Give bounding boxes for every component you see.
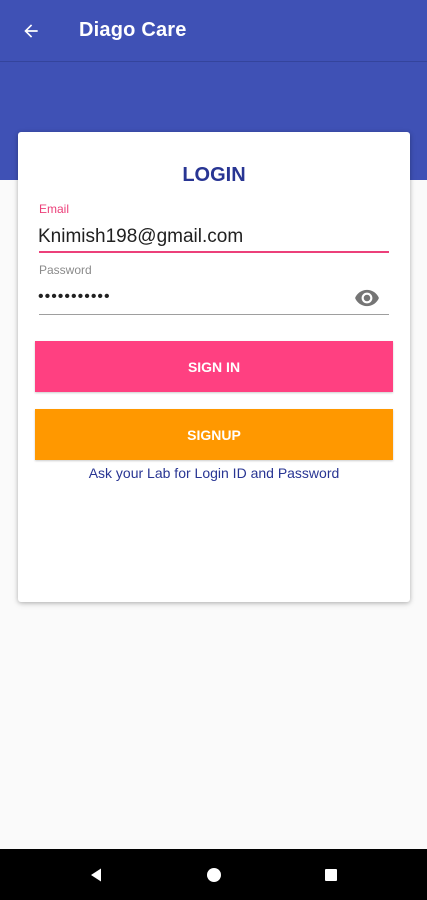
back-button[interactable] <box>14 14 48 48</box>
password-field[interactable]: ••••••••••• <box>38 288 111 306</box>
password-label: Password <box>39 263 92 277</box>
app-bar: Diago Care <box>0 0 427 62</box>
email-underline <box>39 251 389 253</box>
square-recents-icon <box>325 869 337 881</box>
sign-in-button[interactable]: SIGN IN <box>35 341 393 392</box>
password-underline <box>39 314 389 315</box>
login-card: LOGIN Email Knimish198@gmail.com Passwor… <box>18 132 410 602</box>
app-title: Diago Care <box>79 19 187 41</box>
login-help-text: Ask your Lab for Login ID and Password <box>88 465 340 481</box>
circle-home-icon <box>207 868 221 882</box>
login-title: LOGIN <box>182 164 246 186</box>
signup-button[interactable]: SIGNUP <box>35 409 393 460</box>
nav-home-button[interactable] <box>201 862 227 888</box>
email-label: Email <box>39 202 70 216</box>
email-field[interactable]: Knimish198@gmail.com <box>38 226 243 248</box>
arrow-back-icon <box>24 24 38 38</box>
eye-icon <box>355 289 379 307</box>
nav-back-button[interactable] <box>83 862 109 888</box>
triangle-back-icon <box>91 868 101 882</box>
nav-recents-button[interactable] <box>318 862 344 888</box>
password-visibility-toggle[interactable] <box>354 288 380 308</box>
system-nav-bar <box>0 849 427 900</box>
